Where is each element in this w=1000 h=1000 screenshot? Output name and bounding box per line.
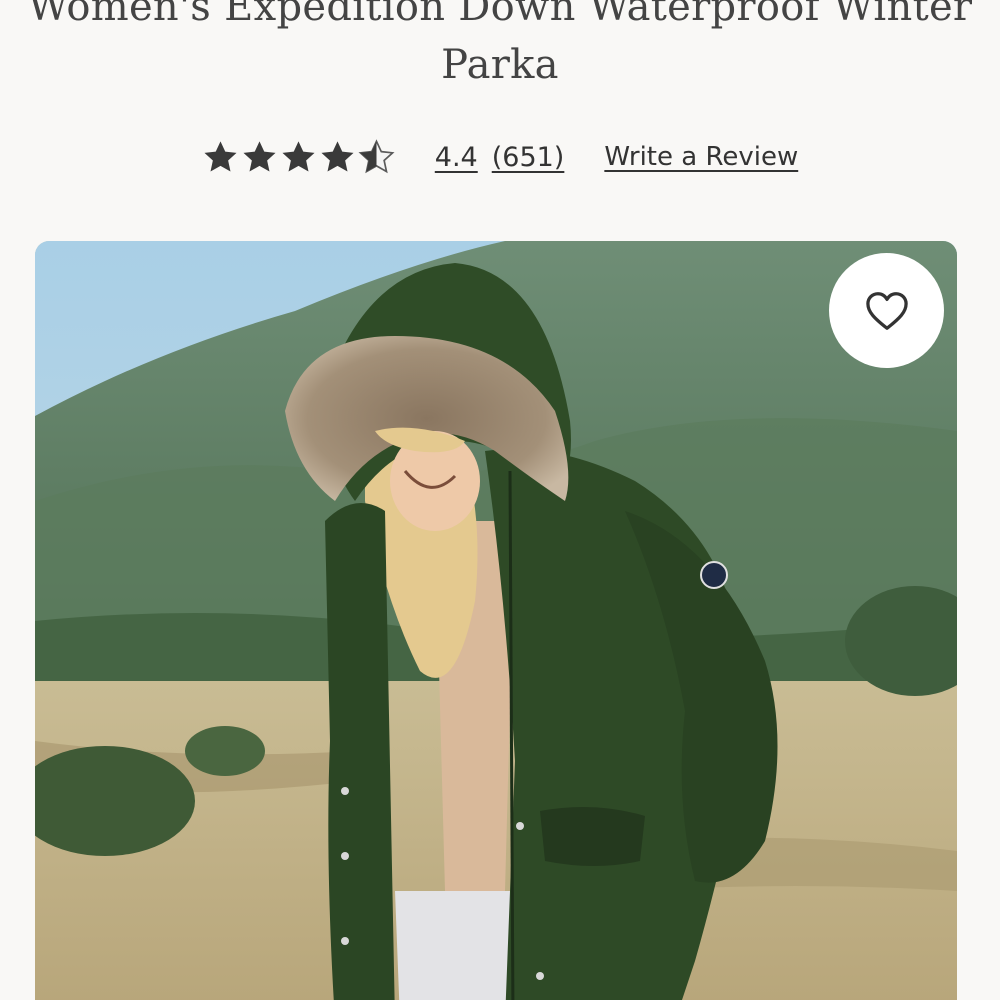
- star-rating[interactable]: [202, 138, 397, 176]
- star-icon: [282, 140, 315, 172]
- star-half-icon: [358, 138, 395, 173]
- star-icon: [243, 140, 276, 172]
- write-review-link[interactable]: Write a Review: [604, 142, 798, 172]
- heart-icon: [865, 291, 908, 330]
- product-title: Women's Expedition Down Waterproof Winte…: [27, 0, 973, 88]
- product-photo: [35, 241, 957, 1000]
- review-count-link[interactable]: (651): [492, 142, 565, 173]
- product-image[interactable]: [35, 241, 957, 1000]
- rating-value-link[interactable]: 4.4: [435, 142, 478, 173]
- rating-row: 4.4 (651) Write a Review: [0, 134, 1000, 180]
- star-icon: [321, 140, 354, 172]
- favorite-button[interactable]: [829, 253, 944, 368]
- star-icon: [204, 140, 237, 172]
